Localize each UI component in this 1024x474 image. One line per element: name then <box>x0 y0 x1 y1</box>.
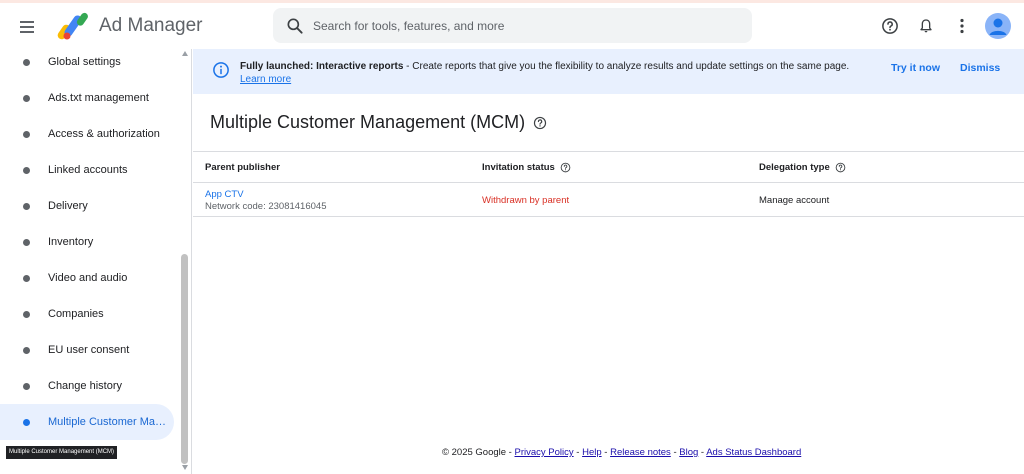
ad-manager-logo-icon <box>57 12 88 40</box>
page-footer: © 2025 Google - Privacy Policy - Help - … <box>442 447 802 458</box>
learn-more-link[interactable]: Learn more <box>240 74 291 85</box>
column-label: Parent publisher <box>205 162 280 173</box>
app-title: Ad Manager <box>99 15 203 36</box>
scrollbar-thumb[interactable] <box>181 254 188 464</box>
banner-message: Fully launched: Interactive reports - Cr… <box>240 60 855 86</box>
notifications-bell-icon[interactable] <box>915 15 937 37</box>
sidebar-item-access[interactable]: Access & authorization <box>0 116 174 152</box>
bullet-icon <box>23 238 30 246</box>
column-header-invitation-status: Invitation status <box>482 162 571 173</box>
column-header-delegation-type: Delegation type <box>759 162 846 173</box>
sidebar-item-label: Linked accounts <box>48 164 128 176</box>
help-icon[interactable] <box>879 15 901 37</box>
account-avatar[interactable] <box>985 13 1011 39</box>
column-header-parent-publisher: Parent publisher <box>205 162 280 173</box>
sidebar-item-global-settings[interactable]: Global settings <box>0 49 174 80</box>
sidebar-item-change-history[interactable]: Change history <box>0 368 174 404</box>
network-code: Network code: 23081416045 <box>205 201 327 212</box>
sidebar-item-linked-accounts[interactable]: Linked accounts <box>0 152 174 188</box>
sidebar-item-companies[interactable]: Companies <box>0 296 174 332</box>
sidebar-scrollbar[interactable] <box>180 49 190 474</box>
search-bar[interactable] <box>273 8 752 43</box>
announcement-banner: Fully launched: Interactive reports - Cr… <box>193 49 1024 94</box>
search-input[interactable] <box>313 18 733 33</box>
help-circle-icon[interactable] <box>560 162 571 173</box>
sidebar-item-label: EU user consent <box>48 344 130 356</box>
more-options-icon[interactable] <box>951 15 973 37</box>
help-circle-icon[interactable] <box>835 162 846 173</box>
sidebar-item-label: Multiple Customer Man... <box>48 416 168 428</box>
invitation-status: Withdrawn by parent <box>482 195 570 206</box>
sidebar-item-video-audio[interactable]: Video and audio <box>0 260 174 296</box>
bullet-icon <box>23 94 30 102</box>
delegation-type: Manage account <box>759 195 830 206</box>
bullet-icon <box>23 166 30 174</box>
main-menu-button[interactable] <box>16 15 40 39</box>
app-header: Ad Manager <box>0 3 1024 49</box>
column-label: Invitation status <box>482 162 555 173</box>
bullet-icon <box>23 382 30 390</box>
bullet-icon <box>23 346 30 354</box>
bullet-icon <box>23 58 30 66</box>
search-icon <box>287 18 303 34</box>
help-circle-icon[interactable] <box>533 116 547 130</box>
bullet-icon <box>23 202 30 210</box>
sidebar-item-label: Delivery <box>48 200 88 212</box>
sidebar-item-mcm[interactable]: Multiple Customer Man... <box>0 404 174 440</box>
help-link[interactable]: Help <box>582 447 602 458</box>
sidebar-item-label: Ads.txt management <box>48 92 149 104</box>
dismiss-button[interactable]: Dismiss <box>960 62 1000 74</box>
sidebar-item-delivery[interactable]: Delivery <box>0 188 174 224</box>
release-notes-link[interactable]: Release notes <box>610 447 671 458</box>
page-header: Multiple Customer Management (MCM) <box>210 112 547 133</box>
table-header: Parent publisher Invitation status Deleg… <box>193 151 1024 183</box>
sidebar-item-ads-txt[interactable]: Ads.txt management <box>0 80 174 116</box>
sidebar-tooltip: Multiple Customer Management (MCM) <box>6 446 118 459</box>
banner-title: Fully launched: Interactive reports <box>240 61 404 72</box>
sidebar-item-label: Video and audio <box>48 272 128 284</box>
privacy-policy-link[interactable]: Privacy Policy <box>515 447 574 458</box>
blog-link[interactable]: Blog <box>679 447 698 458</box>
sidebar-item-label: Change history <box>48 380 122 392</box>
banner-body: - Create reports that give you the flexi… <box>403 61 850 72</box>
bullet-icon <box>23 418 30 426</box>
sidebar-item-label: Inventory <box>48 236 94 248</box>
sidebar-item-label: Companies <box>48 308 104 320</box>
bullet-icon <box>23 130 30 138</box>
copyright-text: © 2025 Google - <box>442 447 515 458</box>
sidebar-item-eu-consent[interactable]: EU user consent <box>0 332 174 368</box>
sidebar-item-label: Access & authorization <box>48 128 160 140</box>
info-icon <box>213 62 229 78</box>
try-it-now-button[interactable]: Try it now <box>891 62 940 74</box>
bullet-icon <box>23 310 30 318</box>
scroll-up-arrow-icon[interactable] <box>182 51 188 56</box>
sidebar-item-inventory[interactable]: Inventory <box>0 224 174 260</box>
ads-status-dashboard-link[interactable]: Ads Status Dashboard <box>706 447 801 458</box>
column-label: Delegation type <box>759 162 830 173</box>
mcm-table: Parent publisher Invitation status Deleg… <box>193 151 1024 217</box>
sidebar-nav: Global settings Ads.txt management Acces… <box>0 49 192 474</box>
scroll-down-arrow-icon[interactable] <box>182 465 188 470</box>
page-title: Multiple Customer Management (MCM) <box>210 112 526 132</box>
sidebar-item-label: Global settings <box>48 56 121 68</box>
bullet-icon <box>23 274 30 282</box>
table-row[interactable]: App CTV Network code: 23081416045 Withdr… <box>193 183 1024 217</box>
publisher-name-link[interactable]: App CTV <box>205 189 244 200</box>
